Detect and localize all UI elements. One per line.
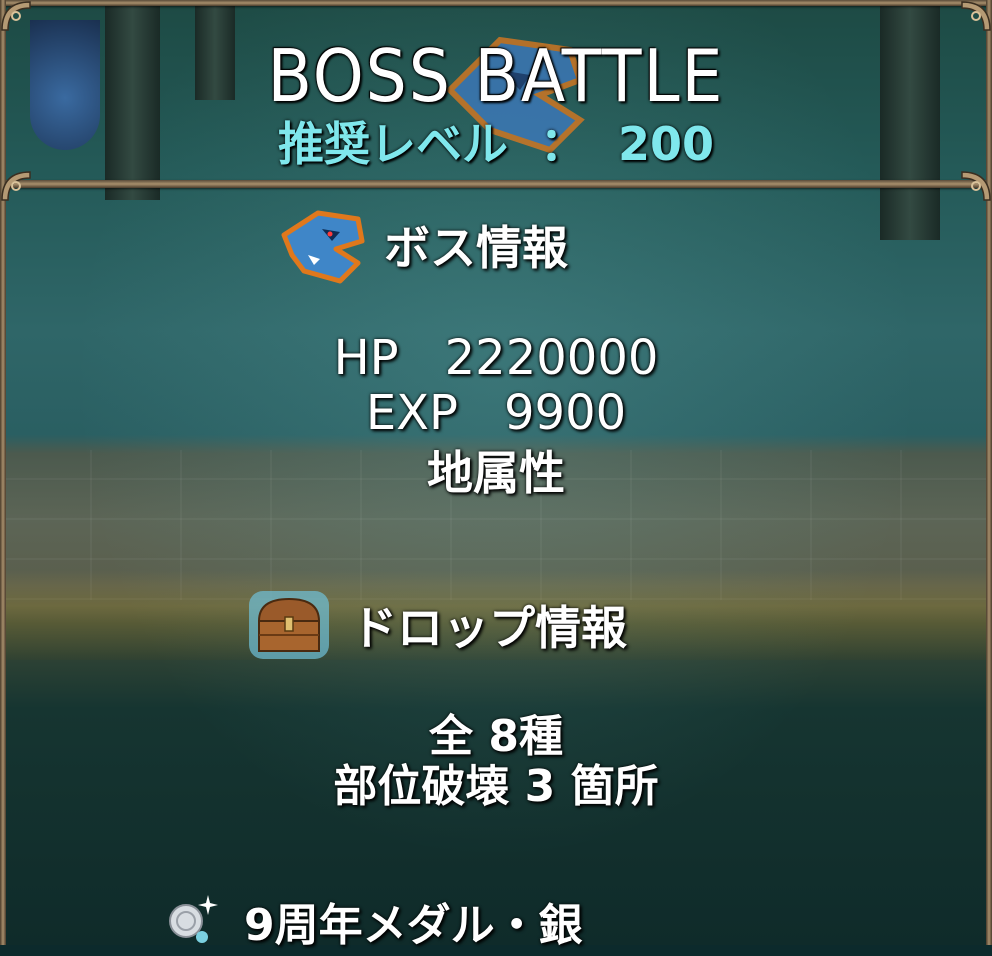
boss-exp-label: EXP [365,385,458,441]
silver-medal-icon [162,885,222,956]
boss-info-title: ボス情報 [384,221,568,275]
recommended-level-value: 200 [618,117,715,171]
boss-dragon-icon [278,205,366,285]
drop-info-title: ドロップ情報 [351,601,627,655]
boss-exp-value: 9900 [504,385,627,441]
treasure-chest-icon [245,585,333,665]
recommended-level: 推奨レベル ： 200 [0,108,992,174]
recommended-level-separator: ： [539,117,586,171]
boss-info-heading: ボス情報 [278,205,568,285]
recommended-level-label: 推奨レベル [277,117,508,171]
boss-attribute: 地属性 [427,446,565,500]
boss-hp-label: HP [333,330,399,386]
boss-hp: HP 2220000 [0,330,992,386]
drop-info-heading: ドロップ情報 [245,585,627,665]
boss-battle-header: BOSS BATTLE 推奨レベル ： 200 [0,0,992,180]
frame-divider [0,180,992,188]
boss-battle-title: BOSS BATTLE [267,34,725,118]
boss-exp: EXP 9900 [0,385,992,441]
reward-item-label: 9周年メダル・銀 [244,899,583,951]
reward-item[interactable]: 9周年メダル・銀 [162,885,583,956]
part-break-count: 部位破壊 3 箇所 [333,761,659,812]
boss-hp-value: 2220000 [444,330,659,386]
